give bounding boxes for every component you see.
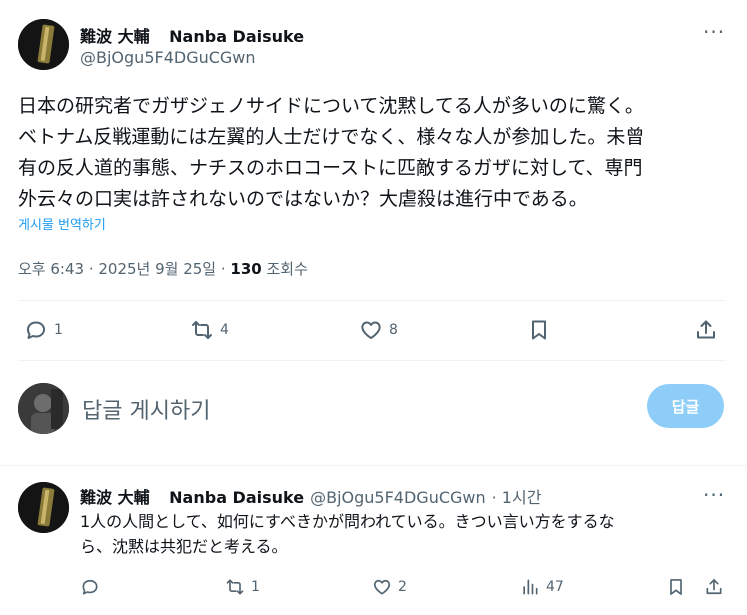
reply-icon: [27, 321, 45, 339]
divider: [0, 465, 747, 466]
reply-views-button[interactable]: 47: [520, 577, 564, 597]
reply-icon: [82, 579, 98, 595]
like-button[interactable]: 8: [359, 318, 398, 342]
reply-author-name[interactable]: 難波 大輔 Nanba Daisuke: [80, 484, 304, 508]
translate-link[interactable]: 게시물 번역하기: [18, 214, 106, 233]
view-count: 130: [230, 260, 262, 278]
reply-share-button[interactable]: [704, 577, 724, 597]
retweet-icon: [192, 321, 212, 339]
bookmark-icon: [532, 320, 546, 340]
retweet-icon: [226, 579, 244, 595]
submit-reply-button[interactable]: 답글: [647, 384, 724, 428]
reply-header: 難波 大輔 Nanba Daisuke @BjOgu5F4DGuCGwn · 1…: [80, 484, 541, 508]
reply-view-count: 47: [546, 579, 564, 595]
share-icon: [706, 579, 722, 595]
reply-author-handle[interactable]: @BjOgu5F4DGuCGwn: [310, 488, 486, 507]
heart-icon: [361, 321, 381, 339]
retweet-button[interactable]: 4: [190, 318, 229, 342]
reply-timestamp[interactable]: · 1시간: [492, 484, 542, 508]
tweet-timestamp: 오후 6:43 · 2025년 9월 25일 · 130 조회수: [18, 260, 308, 278]
reply-author-avatar[interactable]: [18, 482, 69, 533]
analytics-icon: [523, 579, 538, 595]
retweet-count: 4: [220, 322, 229, 338]
share-icon: [697, 320, 715, 339]
author-handle[interactable]: @BjOgu5F4DGuCGwn: [80, 48, 256, 67]
heart-icon: [373, 579, 391, 595]
reply-reply-button[interactable]: [80, 577, 100, 597]
reply-retweet-button[interactable]: 1: [225, 577, 260, 597]
reply-input[interactable]: 답글 게시하기: [82, 393, 210, 425]
bookmark-icon: [670, 579, 682, 595]
reply-more-options-icon[interactable]: ···: [703, 483, 725, 507]
reply-text: 1人の人間として、如何にすべきかが問われている。きつい言い方をするな ら、沈黙は…: [80, 512, 615, 556]
author-avatar[interactable]: [18, 19, 69, 70]
like-count: 8: [389, 322, 398, 338]
divider: [18, 300, 726, 301]
reply-count: 1: [54, 322, 63, 338]
reply-like-count: 2: [398, 579, 407, 595]
bookmark-button[interactable]: [527, 318, 551, 342]
reply-button[interactable]: 1: [24, 318, 63, 342]
reply-retweet-count: 1: [251, 579, 260, 595]
more-options-icon[interactable]: ···: [703, 20, 725, 44]
reply-like-button[interactable]: 2: [372, 577, 407, 597]
tweet-text: 日本の研究者でガザジェノサイドについて沈黙してる人が多いのに驚く。 ベトナム反戦…: [18, 95, 645, 210]
reply-bookmark-button[interactable]: [666, 577, 686, 597]
divider: [18, 360, 726, 361]
share-button[interactable]: [694, 318, 718, 342]
author-name[interactable]: 難波 大輔 Nanba Daisuke: [80, 23, 304, 47]
user-avatar[interactable]: [18, 383, 69, 434]
